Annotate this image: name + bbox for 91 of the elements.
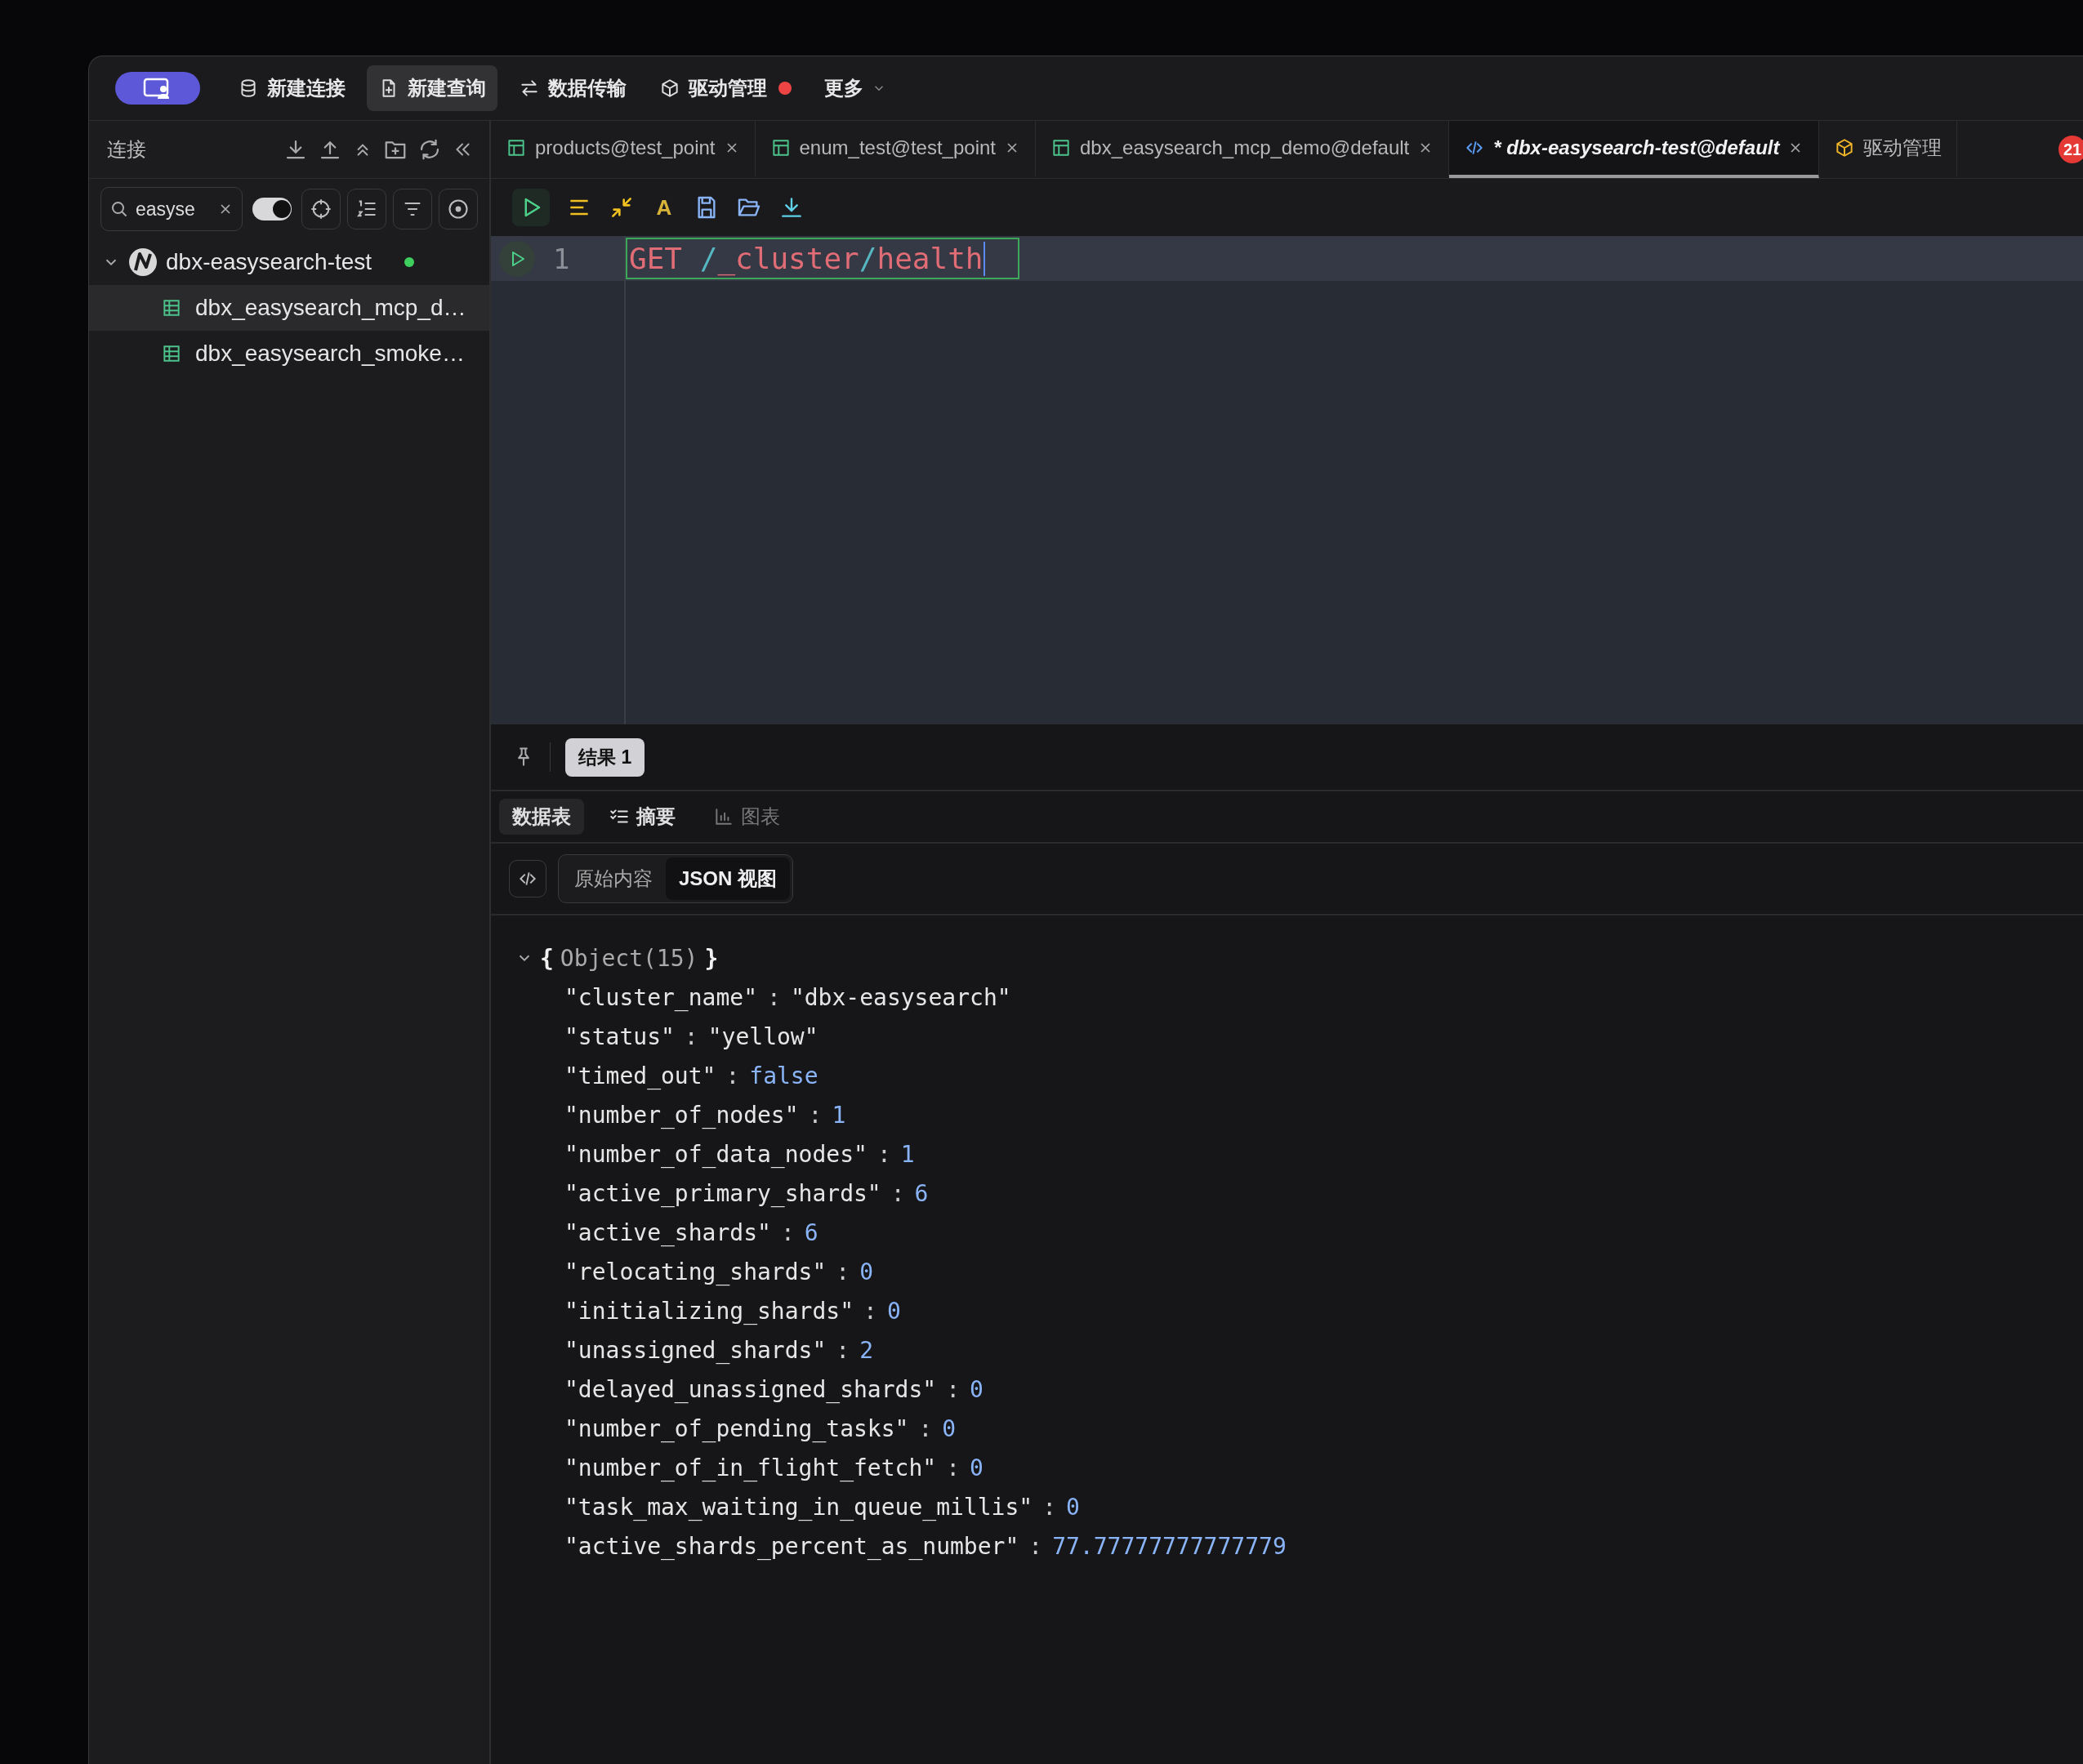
- json-key: "active_shards_percent_as_number": [564, 1532, 1019, 1560]
- view-mode-option[interactable]: JSON 视图: [666, 858, 791, 900]
- json-colon: :: [918, 1414, 933, 1442]
- json-value: 6: [804, 1218, 818, 1246]
- circle-dot-icon: [446, 198, 470, 220]
- json-value: 0: [859, 1258, 873, 1285]
- table-icon: [506, 137, 527, 158]
- json-colon: :: [1028, 1532, 1043, 1560]
- search-icon: [109, 199, 129, 219]
- index-item[interactable]: dbx_easysearch_mcp_d…: [89, 285, 489, 331]
- json-colon: :: [767, 983, 781, 1011]
- json-key: "cluster_name": [564, 983, 757, 1011]
- bar-chart-icon: [713, 806, 734, 827]
- toolbar-button[interactable]: 驱动管理: [648, 65, 803, 111]
- json-key: "status": [564, 1022, 675, 1050]
- json-colon: :: [725, 1062, 740, 1089]
- filter-button[interactable]: [392, 189, 432, 229]
- json-colon: :: [863, 1297, 877, 1325]
- table-icon: [1050, 137, 1072, 158]
- json-key: "number_of_data_nodes": [564, 1140, 868, 1168]
- view-tab[interactable]: 数据表: [499, 799, 584, 835]
- json-value: "dbx-easysearch": [790, 983, 1011, 1011]
- toolbar-button[interactable]: 新建连接: [226, 65, 357, 111]
- json-key: "unassigned_shards": [564, 1336, 827, 1364]
- toolbar-button[interactable]: 数据传输: [507, 65, 638, 111]
- json-key: "task_max_waiting_in_queue_millis": [564, 1493, 1033, 1521]
- json-colon: :: [684, 1022, 698, 1050]
- json-colon: :: [1042, 1493, 1056, 1521]
- more-menu-button[interactable]: 更多: [813, 65, 898, 111]
- json-colon: :: [946, 1375, 960, 1403]
- json-colon: :: [890, 1179, 905, 1207]
- json-value: "yellow": [707, 1022, 818, 1050]
- run-button[interactable]: [512, 189, 550, 226]
- json-key: "relocating_shards": [564, 1258, 827, 1285]
- json-key: "number_of_pending_tasks": [564, 1414, 909, 1442]
- sort-button[interactable]: [346, 189, 386, 229]
- crosshair-icon: [309, 198, 332, 220]
- json-key: "number_of_nodes": [564, 1101, 799, 1129]
- result-tab[interactable]: 结果 1: [565, 737, 645, 777]
- json-summary: Object(15): [560, 944, 698, 972]
- json-value: 0: [970, 1375, 984, 1403]
- json-key: "timed_out": [564, 1062, 716, 1089]
- json-value: 77.77777777777779: [1052, 1532, 1287, 1560]
- json-value: 2: [859, 1336, 873, 1364]
- editor-tab[interactable]: * dbx-easysearch-test@default: [1449, 121, 1820, 178]
- json-value: 0: [970, 1454, 984, 1481]
- json-key: "delayed_unassigned_shards": [564, 1375, 937, 1403]
- json-value: 1: [900, 1140, 915, 1168]
- table-icon: [161, 343, 182, 364]
- toolbar-button[interactable]: 新建查询: [367, 65, 497, 111]
- target-button[interactable]: [438, 189, 478, 229]
- view-tab[interactable]: 摘要: [595, 799, 689, 835]
- json-key: "active_primary_shards": [564, 1179, 881, 1207]
- search-field[interactable]: easyse: [100, 187, 243, 231]
- run-line-button[interactable]: [499, 240, 535, 277]
- cube-icon: [659, 78, 680, 99]
- line-number: 1: [553, 242, 570, 275]
- view-mode-option[interactable]: 原始内容: [561, 858, 666, 900]
- font-button[interactable]: A: [651, 194, 677, 220]
- json-colon: :: [836, 1258, 850, 1285]
- source-button[interactable]: [509, 860, 546, 898]
- connection-item[interactable]: dbx-easysearch-test: [89, 239, 489, 285]
- connection-logo-icon: [128, 247, 158, 277]
- json-colon: :: [876, 1140, 891, 1168]
- json-colon: :: [946, 1454, 960, 1481]
- editor-tab[interactable]: products@test_point: [491, 121, 756, 178]
- json-brace: {: [540, 944, 554, 972]
- locate-button[interactable]: [301, 189, 341, 229]
- json-colon: :: [836, 1336, 850, 1364]
- editor-tab[interactable]: enum_test@test_point: [755, 121, 1036, 178]
- json-colon: :: [780, 1218, 795, 1246]
- json-key: "number_of_in_flight_fetch": [564, 1454, 937, 1481]
- json-key: "active_shards": [564, 1218, 771, 1246]
- json-value: 0: [1066, 1493, 1080, 1521]
- json-colon: :: [808, 1101, 823, 1129]
- json-brace: }: [704, 944, 719, 972]
- connection-name: dbx-easysearch-test: [166, 249, 372, 275]
- table-icon: [161, 297, 182, 318]
- json-value: 1: [832, 1101, 846, 1129]
- toggle-switch[interactable]: [252, 198, 292, 220]
- notification-badge: 21: [2058, 136, 2083, 163]
- json-value: 0: [942, 1414, 957, 1442]
- editor-tab[interactable]: 驱动管理: [1819, 121, 1958, 178]
- json-value: false: [749, 1062, 818, 1089]
- json-value: 6: [914, 1179, 929, 1207]
- swap-arrows-icon: [519, 78, 540, 99]
- json-value: 0: [886, 1297, 901, 1325]
- index-item[interactable]: dbx_easysearch_smoke…: [89, 331, 489, 376]
- json-key: "initializing_shards": [564, 1297, 854, 1325]
- sidebar-title: 连接: [107, 137, 146, 162]
- app-logo-button[interactable]: [115, 72, 200, 105]
